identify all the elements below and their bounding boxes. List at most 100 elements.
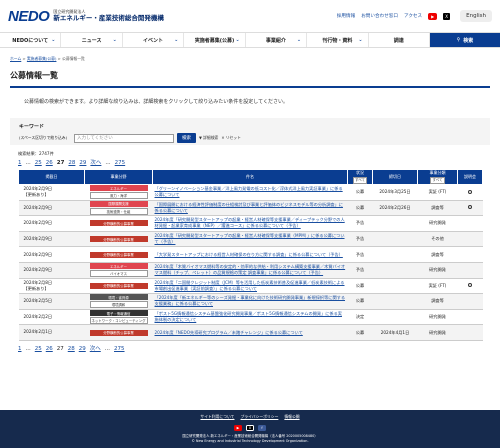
site-header: NEDO 国立研究開発法人 新エネルギー・産業技術総合開発機構 採用情報 お問い… bbox=[0, 0, 500, 32]
row-title-link[interactable]: 2024年度「研究開発型スタートアップの起業・経営人材確保等支援事業／ディープテ… bbox=[155, 217, 345, 228]
pager-link[interactable]: 29 bbox=[79, 346, 86, 352]
row-session bbox=[457, 278, 483, 295]
row-title-link[interactable]: 2024年度「NEDO先導研究プログラム／未踏チャレンジ」に係る公募について bbox=[155, 330, 303, 335]
nav-events-label: イベント bbox=[143, 37, 164, 44]
youtube-icon[interactable]: ▶ bbox=[234, 425, 242, 431]
pager-link[interactable]: 25 bbox=[35, 160, 42, 166]
row-title-link[interactable]: 「2024年度「新エネルギー等のシーズ発掘・事業化に向けた技術研究開発事業」新規… bbox=[155, 295, 346, 306]
col-status-label: 状況 bbox=[356, 170, 364, 175]
col-deadline[interactable]: 締切日 bbox=[372, 169, 418, 185]
pager-link[interactable]: 26 bbox=[46, 346, 53, 352]
x-icon[interactable]: X bbox=[443, 12, 451, 20]
col-date[interactable]: 掲載日 bbox=[18, 169, 85, 185]
row-date-cell: 2024年2月9日 bbox=[18, 215, 85, 232]
category-tag: 分野横断的公募事業 bbox=[89, 220, 148, 227]
nav-procurement[interactable]: 調達 bbox=[369, 33, 430, 47]
row-title-cell: 2024年度「研究開発型スタートアップの起業・経営人材確保等支援事業／ディープテ… bbox=[152, 215, 348, 232]
nav-calls[interactable]: 実施者募集(公募) ⌄ bbox=[184, 33, 246, 47]
table-header-row: 掲載日 事業分野 件名 状況 すべて 締切日 事業分類 すべて 説明会 bbox=[18, 169, 483, 185]
session-circle-icon bbox=[468, 283, 472, 288]
footer-link-privacy[interactable]: プライバシーポリシー bbox=[240, 414, 278, 420]
chevron-down-icon: ⌄ bbox=[296, 37, 302, 43]
table-row: 2024年2月9日 【更新あり】 エネルギー 風力・海洋 「グリーンイノベーション基金事… bbox=[18, 184, 483, 201]
type-filter-select[interactable]: すべて bbox=[430, 177, 445, 184]
row-deadline bbox=[372, 293, 418, 310]
col-type-label: 事業分類 bbox=[429, 170, 446, 175]
detail-search-toggle[interactable]: ▼ 詳細検索 bbox=[199, 135, 218, 141]
pagination-bottom: 1... 25 26 27 28 29 次へ... 275 bbox=[18, 344, 482, 352]
category-tag: 電子・情報通信 bbox=[89, 310, 148, 317]
keyword-search-button[interactable]: 検索 bbox=[177, 133, 196, 143]
row-status: 予告 bbox=[347, 231, 373, 248]
pager-link[interactable]: 29 bbox=[79, 160, 86, 166]
row-status: 公募 bbox=[347, 184, 373, 201]
row-title-link[interactable]: 「国際展開における経済性評価制度の仕組検討及び事業と評価体のビジネスモデル等の分… bbox=[155, 202, 343, 213]
subcategory-tag: ネットワーク・コンピューティング bbox=[89, 317, 148, 325]
row-status: 公募 bbox=[347, 278, 373, 295]
youtube-icon[interactable]: ▶ bbox=[428, 12, 438, 20]
row-title-link[interactable]: 「大学発スタートアップにおける経営人材確保の在り方に関する調査」に係る公募につい… bbox=[155, 252, 343, 257]
org-name: 新エネルギー・産業技術総合開発機構 bbox=[53, 14, 164, 23]
english-button[interactable]: English bbox=[460, 10, 492, 22]
nav-news[interactable]: ニュース ⌄ bbox=[61, 33, 123, 47]
nav-events[interactable]: イベント ⌄ bbox=[123, 33, 185, 47]
page-title: 公募情報一覧 bbox=[10, 70, 490, 88]
row-title-link[interactable]: 「グリーンイノベーション基金事業／洋上風力発電の低コスト化／浮体式洋上風力実証事… bbox=[155, 186, 343, 197]
pager-link[interactable]: 26 bbox=[46, 160, 53, 166]
category-tag: 分野横断的公募事業 bbox=[89, 236, 148, 243]
pager-current: 27 bbox=[56, 345, 64, 352]
row-date-cell: 2024年2月9日 【更新あり】 bbox=[18, 184, 85, 201]
nav-about[interactable]: NEDOについて ⌄ bbox=[0, 33, 62, 47]
keyword-label: (スペース区切りで絞り込み) bbox=[19, 135, 68, 140]
row-date-cell: 2024年2月2日 bbox=[18, 309, 85, 326]
pager-link[interactable]: 28 bbox=[68, 160, 75, 166]
row-session bbox=[457, 262, 483, 279]
footer-link-terms[interactable]: サイト利用について bbox=[200, 414, 234, 420]
nav-procurement-label: 調達 bbox=[393, 37, 404, 44]
row-date: 2024年2月9日 bbox=[23, 251, 53, 257]
pager-next[interactable]: 次へ bbox=[90, 344, 101, 352]
table-row: 2024年2月1日 分野横断的公募事業 2024年度「NEDO先導研究プログラム／未… bbox=[18, 324, 483, 341]
row-session bbox=[457, 231, 483, 248]
breadcrumb-calls[interactable]: 実施者募集(公募) bbox=[27, 56, 57, 61]
site-logo[interactable]: NEDO 国立研究開発法人 新エネルギー・産業技術総合開発機構 bbox=[8, 8, 164, 25]
row-title-link[interactable]: 2024年度「研究開発型スタートアップの起業・経営人材確保等支援事業（MPM）」… bbox=[155, 233, 345, 244]
link-careers[interactable]: 採用情報 bbox=[337, 13, 355, 19]
pager-next[interactable]: 次へ bbox=[90, 158, 101, 166]
row-date: 2024年2月9日 bbox=[23, 220, 53, 226]
pager-link[interactable]: 1 bbox=[18, 346, 22, 352]
pager-link[interactable]: 1 bbox=[18, 160, 22, 166]
row-title-cell: 「ポスト5G情報通信システム基盤強化研究開発事業／ポスト5G情報通信システムの開… bbox=[152, 309, 348, 326]
session-circle-icon bbox=[468, 205, 472, 210]
reset-button[interactable]: ✕ リセット bbox=[221, 135, 241, 141]
pager-link[interactable]: 28 bbox=[68, 346, 75, 352]
keyword-title: キーワード bbox=[19, 124, 45, 130]
link-contact[interactable]: お問い合わせ窓口 bbox=[361, 13, 398, 19]
chevron-down-icon: ⌄ bbox=[358, 37, 363, 43]
row-date: 2024年2月2日 bbox=[23, 313, 53, 319]
pager-link[interactable]: 275 bbox=[115, 160, 126, 166]
row-title-link[interactable]: 「ポスト5G情報通信システム基盤強化研究開発事業／ポスト5G情報通信システムの開… bbox=[155, 311, 342, 322]
row-date-cell: 2024年2月9日 bbox=[18, 262, 85, 279]
nav-search-button[interactable]: ⚲ 検索 bbox=[429, 33, 500, 47]
row-title-link[interactable]: 2024年度「木質バイオマス燃料等の安定的・効率的な供給・利用システム構築支援事… bbox=[155, 264, 346, 275]
status-filter-select[interactable]: すべて bbox=[352, 177, 368, 184]
row-title-link[interactable]: 2024年度「二国間クレジット制度（JCM）等を活用した低炭素技術普及促進事業／… bbox=[155, 280, 345, 291]
pager-link[interactable]: 275 bbox=[114, 346, 125, 352]
nav-projects[interactable]: 事業紹介 ⌄ bbox=[246, 33, 308, 47]
row-session bbox=[457, 184, 483, 201]
row-deadline: 2024年2月26日 bbox=[372, 200, 418, 217]
footer-link-disclosure[interactable]: 情報公開 bbox=[284, 414, 299, 420]
x-icon[interactable]: X bbox=[246, 425, 254, 431]
facebook-icon[interactable]: f bbox=[258, 425, 266, 431]
link-access[interactable]: アクセス bbox=[404, 13, 422, 19]
pager-link[interactable]: 25 bbox=[35, 346, 42, 352]
keyword-input[interactable]: 入力してください bbox=[74, 133, 174, 143]
breadcrumb: ホーム > 実施者募集(公募) > 公募情報一覧 bbox=[10, 56, 85, 61]
nav-about-label: NEDOについて bbox=[12, 37, 49, 44]
nav-publications[interactable]: 刊行物・資料 ⌄ bbox=[307, 33, 369, 47]
nedo-logo: NEDO bbox=[8, 7, 50, 25]
row-type: 研究開発 bbox=[417, 324, 458, 341]
col-status: 状況 すべて bbox=[347, 169, 373, 185]
breadcrumb-home[interactable]: ホーム bbox=[10, 56, 21, 61]
